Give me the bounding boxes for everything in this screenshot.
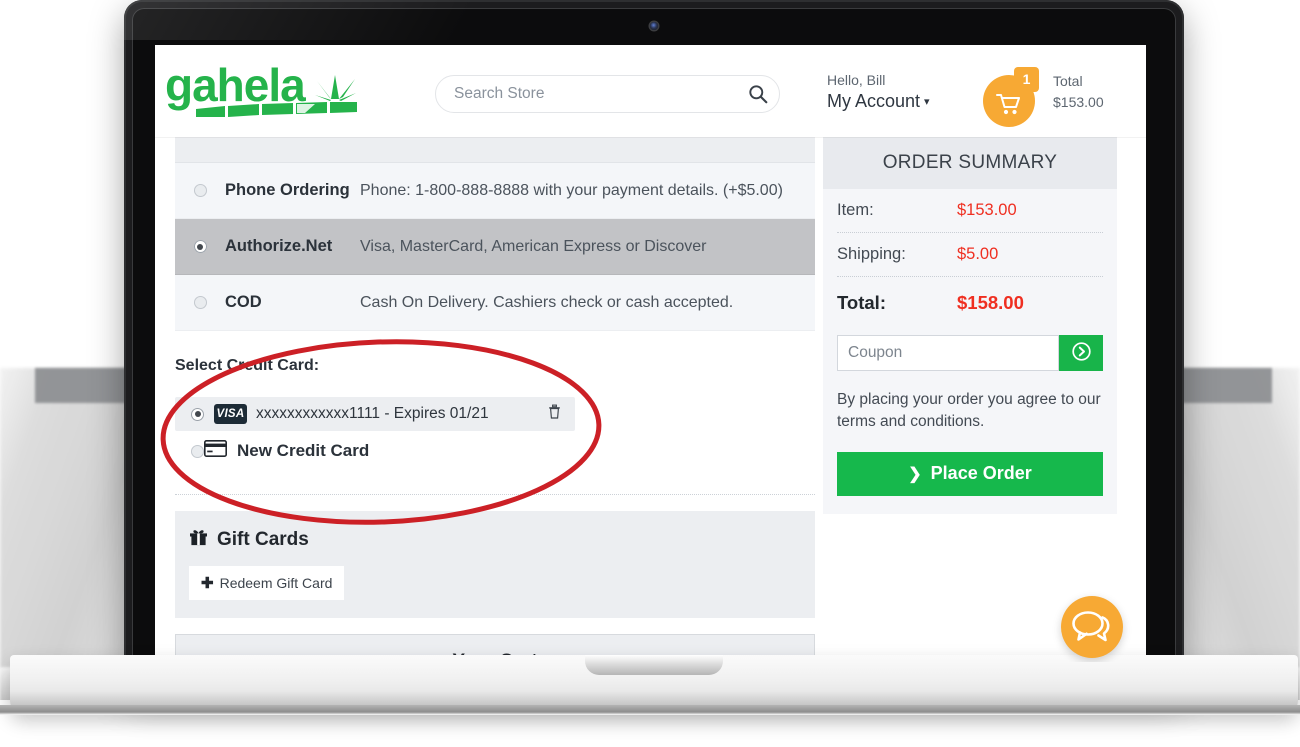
- order-summary-title: ORDER SUMMARY: [882, 152, 1058, 173]
- select-credit-card-label: Select Credit Card:: [175, 357, 320, 374]
- cart-total-label: Total: [1053, 73, 1083, 89]
- search-box[interactable]: [435, 75, 780, 113]
- visa-icon: VISA: [214, 404, 247, 424]
- payment-method-name: Authorize.Net: [225, 237, 333, 256]
- radio-authorize-net[interactable]: [193, 240, 207, 253]
- order-summary-total-value: $158.00: [957, 292, 1024, 313]
- redeem-gift-card-label: Redeem Gift Card: [219, 575, 333, 591]
- place-order-button[interactable]: ❯ Place Order: [837, 451, 1103, 496]
- my-account-menu[interactable]: My Account ▾: [827, 91, 930, 112]
- plus-icon: ✚: [201, 575, 214, 592]
- order-summary-line-total: Total: $158.00: [837, 277, 1103, 329]
- radio-cell[interactable]: [175, 184, 225, 197]
- gahela-logo[interactable]: gahela: [165, 59, 390, 125]
- order-summary-shipping-value: $5.00: [957, 245, 999, 263]
- site-header: gahela Search Store Hello, Bill My Accou…: [155, 45, 1146, 137]
- coupon-input[interactable]: [837, 335, 1059, 371]
- terms-text: By placing your order you agree to our t…: [837, 391, 1101, 431]
- chat-bubbles-icon: [1061, 611, 1123, 662]
- payment-method-description: Phone: 1-800-888-8888 with your payment …: [360, 181, 783, 199]
- radio-new-credit-card[interactable]: [191, 444, 204, 458]
- payment-method-description: Visa, MasterCard, American Express or Di…: [360, 237, 707, 255]
- cart-total-value: $153.00: [1053, 94, 1104, 110]
- screenshot-stage: $5.00 Shipping Method - $5.00 PAYMENT ME…: [0, 0, 1300, 747]
- chevron-down-icon: ▾: [924, 96, 930, 108]
- chevron-right-icon: ❯: [908, 465, 922, 483]
- radio-saved-credit-card[interactable]: [191, 407, 204, 421]
- new-credit-card-row[interactable]: New Credit Card: [175, 434, 815, 468]
- coupon-apply-button[interactable]: [1059, 335, 1103, 371]
- browser-viewport: $5.00 Shipping Method - $5.00 PAYMENT ME…: [155, 45, 1146, 662]
- cart-button[interactable]: 1: [983, 67, 1039, 127]
- saved-credit-card-row[interactable]: VISA xxxxxxxxxxxx1111 - Expires 01/21: [175, 397, 575, 431]
- arrow-right-circle-icon: [1071, 342, 1091, 364]
- credit-card-list: VISA xxxxxxxxxxxx1111 - Expires 01/21 Ne…: [175, 397, 815, 468]
- coupon-row: [837, 335, 1103, 371]
- order-summary-item-label: Item:: [837, 201, 874, 219]
- order-summary-line-shipping: Shipping: $5.00: [837, 233, 1103, 277]
- gift-icon: [189, 527, 208, 552]
- search-icon[interactable]: [747, 84, 769, 106]
- laptop-mockup: $5.00 Shipping Method - $5.00 PAYMENT ME…: [0, 0, 1300, 715]
- trash-icon[interactable]: [548, 404, 561, 424]
- gift-cards-panel: Gift Cards ✚ Redeem Gift Card: [175, 511, 815, 618]
- new-credit-card-label: New Credit Card: [237, 441, 370, 460]
- order-summary-panel: ORDER SUMMARY Item: $153.00 Shipping: $5…: [823, 137, 1117, 514]
- payment-method-name: Phone Ordering: [225, 181, 350, 200]
- payment-method-row-authorize-net[interactable]: Authorize.Net Visa, MasterCard, American…: [175, 219, 815, 275]
- my-account-label: My Account: [827, 91, 921, 111]
- radio-cell[interactable]: [175, 296, 225, 309]
- saved-credit-card-text: xxxxxxxxxxxx1111 - Expires 01/21: [256, 405, 489, 422]
- radio-phone-ordering[interactable]: [193, 184, 207, 197]
- order-summary-shipping-label: Shipping:: [837, 245, 906, 263]
- webcam-icon: [650, 22, 658, 30]
- credit-card-icon: [204, 440, 227, 462]
- cart-count-badge: 1: [1014, 67, 1039, 92]
- greeting-text: Hello, Bill: [827, 72, 886, 88]
- payment-column: Phone Ordering Phone: 1-800-888-8888 wit…: [175, 137, 815, 662]
- order-summary-body: Item: $153.00 Shipping: $5.00 Total: $15…: [823, 189, 1117, 496]
- checkout-page: $5.00 Shipping Method - $5.00 PAYMENT ME…: [155, 45, 1146, 662]
- gift-cards-title-text: Gift Cards: [217, 528, 309, 550]
- payment-method-row-phone-ordering[interactable]: Phone Ordering Phone: 1-800-888-8888 wit…: [175, 163, 815, 219]
- gift-cards-title: Gift Cards: [189, 527, 801, 552]
- payment-method-header-bar: [175, 137, 815, 163]
- order-summary-header: ORDER SUMMARY: [823, 137, 1117, 189]
- order-summary-line-item: Item: $153.00: [837, 189, 1103, 233]
- laptop-base-edge: [0, 705, 1300, 715]
- radio-cell[interactable]: [175, 240, 225, 253]
- payment-method-name: COD: [225, 293, 262, 312]
- svg-text:gahela: gahela: [165, 59, 306, 111]
- shopping-cart-icon: [996, 92, 1022, 121]
- order-summary-item-value: $153.00: [957, 201, 1017, 219]
- place-order-label: Place Order: [930, 463, 1032, 484]
- chat-widget-button[interactable]: [1061, 596, 1123, 658]
- section-divider: [175, 494, 815, 495]
- laptop-base-notch: [585, 655, 723, 675]
- payment-method-description: Cash On Delivery. Cashiers check or cash…: [360, 293, 734, 311]
- order-summary-total-label: Total:: [837, 292, 886, 313]
- radio-cod[interactable]: [193, 296, 207, 309]
- redeem-gift-card-button[interactable]: ✚ Redeem Gift Card: [189, 566, 345, 600]
- payment-method-row-cod[interactable]: COD Cash On Delivery. Cashiers check or …: [175, 275, 815, 331]
- search-input[interactable]: [454, 76, 734, 112]
